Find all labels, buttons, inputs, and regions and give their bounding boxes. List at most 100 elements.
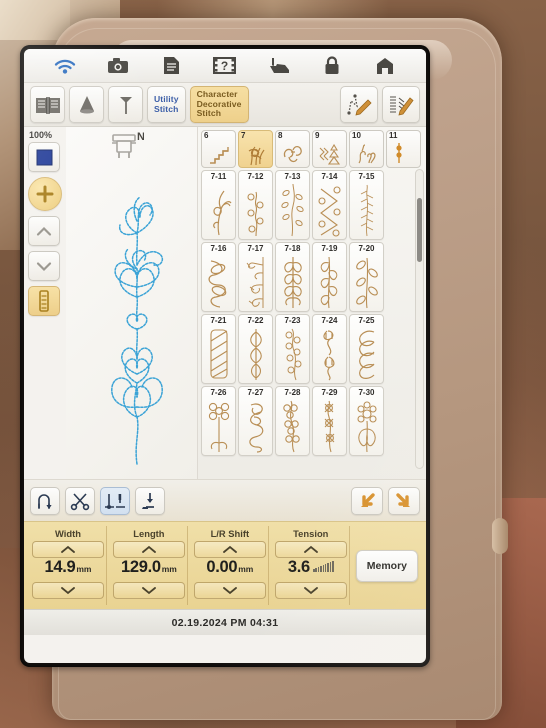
width-value: 14.9 [44, 558, 76, 576]
stitch-card-7-18[interactable]: 7-18 [275, 242, 310, 312]
stitch-code: 7-26 [210, 388, 227, 397]
stitch-code: 7-30 [358, 388, 375, 397]
tab-character-decorative-stitch-label: Character Decorative Stitch [196, 89, 242, 119]
stitch-card-7-14[interactable]: 7-14 [312, 170, 347, 240]
stitch-row: 7-11 7-12 7-13 7-14 7-15 [201, 170, 423, 240]
guidebook-icon[interactable] [30, 86, 65, 123]
stitch-code: 7-29 [321, 388, 338, 397]
scroll-up-button[interactable] [28, 216, 60, 246]
thread-cutter-button[interactable] [65, 486, 95, 515]
left-control-panel: 100% [24, 127, 66, 479]
stitch-card-7-17[interactable]: 7-17 [238, 242, 273, 312]
stitch-code: 7-16 [210, 244, 227, 253]
scroll-down-button[interactable] [28, 251, 60, 281]
camera-icon[interactable] [106, 55, 130, 77]
arrow-down-right-button[interactable] [388, 486, 420, 515]
stitch-card-7-13[interactable]: 7-13 [275, 170, 310, 240]
memory-button[interactable]: Memory [355, 549, 419, 582]
color-swatch-button[interactable] [28, 142, 60, 172]
width-increase-button[interactable] [32, 541, 104, 558]
length-value-display: 129.0 mm [121, 558, 177, 582]
stitch-card-7-21[interactable]: 7-21 [201, 314, 236, 384]
category-11[interactable]: 11 [386, 130, 421, 168]
tab-utility-stitch[interactable]: Utility Stitch [147, 86, 186, 123]
stitch-card-7-15[interactable]: 7-15 [349, 170, 384, 240]
stitch-code: 7-28 [284, 388, 301, 397]
stitch-card-7-29[interactable]: 7-29 [312, 386, 347, 456]
thread-cone-icon[interactable] [69, 86, 104, 123]
zoom-in-button[interactable] [28, 177, 62, 211]
stitch-card-7-22[interactable]: 7-22 [238, 314, 273, 384]
stitch-card-7-27[interactable]: 7-27 [238, 386, 273, 456]
tab-character-decorative-stitch[interactable]: Character Decorative Stitch [189, 86, 249, 123]
stitch-card-7-20[interactable]: 7-20 [349, 242, 384, 312]
reverse-stitch-button[interactable] [30, 486, 60, 515]
category-10[interactable]: 10 [349, 130, 384, 168]
stitch-code: 7-11 [210, 172, 227, 181]
stitch-grid-panel: 6 7 8 9 10 11 7-11 7-12 7-13 7-14 7-15 7… [198, 127, 426, 479]
length-label: Length [133, 528, 165, 539]
stitch-length-button[interactable] [28, 286, 60, 316]
stitch-code: 7-15 [358, 172, 375, 181]
stitch-row: 7-21 7-22 7-23 7-24 7-25 [201, 314, 423, 384]
stitch-code: 7-21 [210, 316, 227, 325]
stitch-card-7-30[interactable]: 7-30 [349, 386, 384, 456]
stitch-code: 7-14 [321, 172, 338, 181]
width-label: Width [54, 528, 81, 539]
settings-panel: Width 14.9 mm Length 129.0 mm L/R Shift … [24, 521, 426, 609]
lr-shift-decrease-button[interactable] [193, 582, 266, 599]
video-help-icon[interactable]: ? [213, 55, 237, 77]
tension-value: 3.6 [287, 558, 310, 576]
presser-foot-lift-button[interactable] [135, 486, 165, 515]
stitch-card-7-25[interactable]: 7-25 [349, 314, 384, 384]
category-6[interactable]: 6 [201, 130, 236, 168]
stitch-code: 7-17 [247, 244, 264, 253]
stitch-card-7-19[interactable]: 7-19 [312, 242, 347, 312]
stitch-card-7-11[interactable]: 7-11 [201, 170, 236, 240]
stitch-edit-icon[interactable] [340, 86, 378, 123]
stitch-code: 7-25 [358, 316, 375, 325]
length-value: 129.0 [120, 558, 161, 576]
pattern-edit-icon[interactable] [382, 86, 420, 123]
length-decrease-button[interactable] [112, 582, 185, 599]
stitch-card-7-23[interactable]: 7-23 [275, 314, 310, 384]
lr-shift-setting: L/R Shift 0.00 mm [192, 526, 269, 605]
tension-decrease-button[interactable] [274, 582, 347, 599]
stitch-card-7-24[interactable]: 7-24 [312, 314, 347, 384]
lock-icon[interactable] [320, 55, 344, 77]
zoom-level-label: 100% [29, 130, 53, 140]
grid-scrollbar-thumb[interactable] [417, 198, 422, 262]
stitch-preview-panel[interactable]: N [66, 127, 198, 479]
wifi-icon[interactable] [53, 55, 77, 77]
lr-shift-increase-button[interactable] [193, 541, 266, 558]
tension-label: Tension [293, 528, 329, 539]
stitch-card-7-28[interactable]: 7-28 [275, 386, 310, 456]
category-9[interactable]: 9 [312, 130, 347, 168]
photograph: ? Utility Stitch Character Decorative St… [0, 0, 546, 728]
mode-bar: Utility Stitch Character Decorative Stit… [24, 83, 426, 127]
lr-shift-unit: mm [238, 564, 254, 574]
category-7[interactable]: 7 [238, 130, 273, 168]
document-icon[interactable] [160, 55, 184, 77]
stitch-row: 7-16 7-17 7-18 7-19 7-20 [201, 242, 423, 312]
needle-position-button[interactable] [100, 486, 130, 515]
stitch-card-7-26[interactable]: 7-26 [201, 386, 236, 456]
stitch-code: 7-24 [321, 316, 338, 325]
category-8[interactable]: 8 [275, 130, 310, 168]
home-icon[interactable] [373, 55, 397, 77]
length-increase-button[interactable] [112, 541, 185, 558]
tension-value-display: 3.6 [288, 558, 334, 582]
presser-foot-icon[interactable] [266, 55, 290, 77]
machine-side-knob[interactable] [492, 518, 508, 554]
lr-shift-value: 0.00 [206, 558, 238, 576]
width-decrease-button[interactable] [32, 582, 104, 599]
length-unit: mm [161, 564, 177, 574]
arrow-down-left-button[interactable] [351, 486, 383, 515]
needle-icon[interactable] [108, 86, 143, 123]
tension-increase-button[interactable] [274, 541, 347, 558]
lr-shift-label: L/R Shift [210, 528, 250, 539]
svg-text:?: ? [221, 59, 228, 73]
stitch-card-7-12[interactable]: 7-12 [238, 170, 273, 240]
stitch-card-7-16[interactable]: 7-16 [201, 242, 236, 312]
grid-scrollbar[interactable] [415, 169, 424, 469]
